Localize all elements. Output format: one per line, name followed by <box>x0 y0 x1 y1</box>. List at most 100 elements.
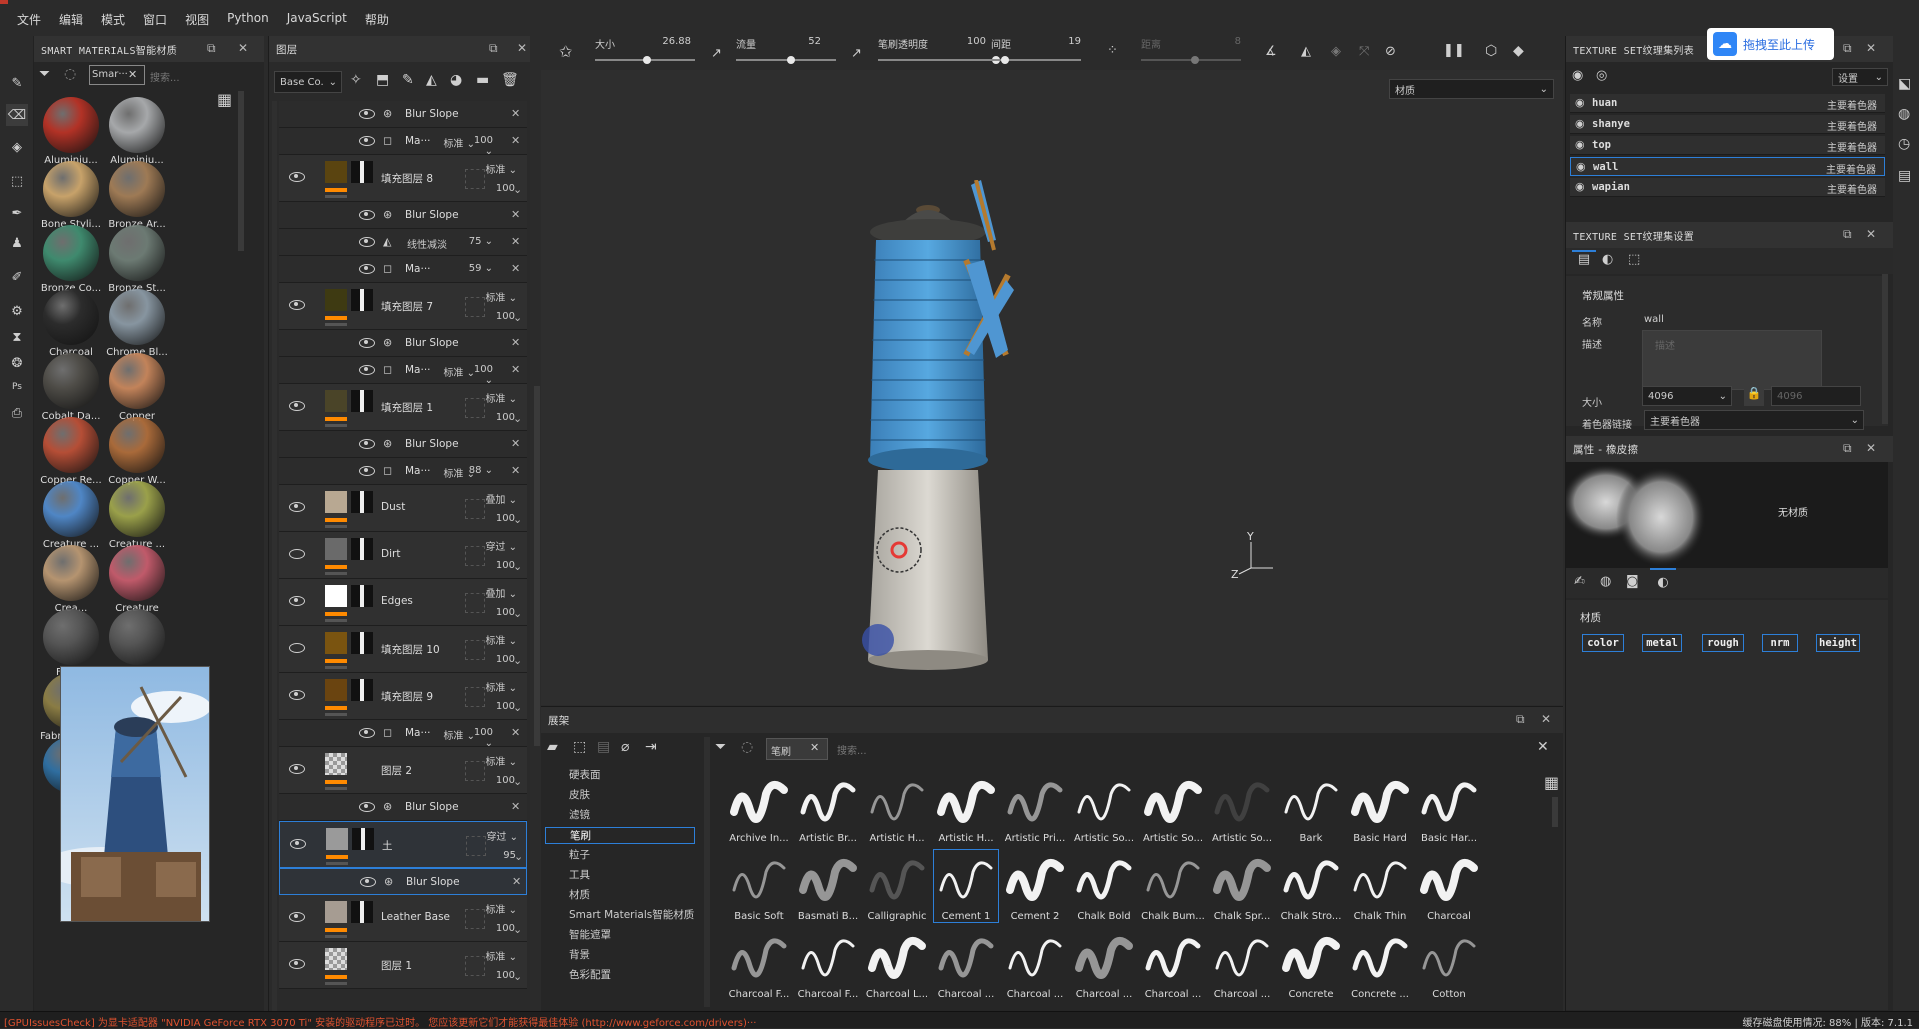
eye-icon[interactable]: ◉ <box>1576 160 1586 173</box>
material-item[interactable]: Creature <box>102 545 172 614</box>
tab-settings-icon[interactable]: ▤ <box>1572 250 1596 272</box>
channel-toggle[interactable]: color <box>1582 634 1624 652</box>
add-paint-layer-icon[interactable]: ✎ <box>402 72 414 88</box>
visibility-eye-icon[interactable] <box>359 728 375 738</box>
remove-effect-icon[interactable]: ✕ <box>511 363 520 376</box>
material-item[interactable]: Aluminiu... <box>102 97 172 166</box>
brush-item[interactable]: Chalk Stro... <box>1279 850 1343 922</box>
visibility-eye-icon[interactable] <box>359 365 375 375</box>
effect-row[interactable]: ⊛ Blur Slope ✕ <box>279 868 527 895</box>
visibility-eye-icon[interactable] <box>289 172 305 182</box>
remove-effect-icon[interactable]: ✕ <box>511 262 520 275</box>
shelf-category[interactable]: 笔刷 <box>545 827 695 844</box>
shelf-category[interactable]: 材质 <box>569 887 590 902</box>
disable-icon[interactable]: ⊘ <box>1385 44 1396 59</box>
layer-name[interactable]: Dirt <box>381 548 400 560</box>
texture-set-shader[interactable]: 主要着色器 <box>1827 118 1877 133</box>
brush-item[interactable]: Chalk Bum... <box>1141 850 1205 922</box>
opacity-field[interactable]: 100 <box>485 513 515 524</box>
channel-toggle[interactable]: height <box>1816 634 1860 652</box>
size-second-field[interactable]: 4096 <box>1771 386 1861 406</box>
material-item[interactable]: Bronze St... <box>102 225 172 294</box>
visibility-eye-icon[interactable] <box>289 401 305 411</box>
add-effect-icon[interactable]: ✧ <box>350 72 362 88</box>
opacity-field[interactable]: 88 ⌄ <box>463 465 493 476</box>
pen-pressure-icon[interactable]: ↗ <box>711 46 722 61</box>
remove-effect-icon[interactable]: ✕ <box>511 107 520 120</box>
blend-mode-dropdown[interactable]: 标准 ⌄ <box>469 161 517 176</box>
distance-knob[interactable] <box>1191 56 1199 64</box>
lock-icon[interactable]: 🔒 <box>1744 386 1764 406</box>
visibility-all-icon[interactable]: ◉ <box>1572 68 1583 83</box>
delete-layer-icon[interactable]: 🗑 <box>501 72 519 88</box>
brush-item[interactable]: Basic Hard <box>1348 772 1412 844</box>
layer-row[interactable]: 图层 2 标准 ⌄ 100 ⌄ <box>279 747 527 794</box>
layer-row[interactable]: Dirt 穿过 ⌄ 100 ⌄ <box>279 532 527 579</box>
remove-effect-icon[interactable]: ✕ <box>511 336 520 349</box>
visibility-eye-icon[interactable] <box>289 549 305 559</box>
texture-set-row[interactable]: ◉ top 主要着色器 <box>1570 136 1885 155</box>
opacity-field[interactable]: 100 <box>485 775 515 786</box>
shelf-category[interactable]: Smart Materials智能材质 <box>569 907 694 922</box>
photoshop-icon[interactable]: Ps <box>6 376 28 398</box>
brush-item[interactable]: Cement 2 <box>1003 850 1067 922</box>
export-icon[interactable]: ⎙ <box>6 402 28 424</box>
filter-icon[interactable]: ⏷ <box>715 739 726 755</box>
menu-item[interactable]: 编辑 <box>50 11 92 28</box>
brush-item[interactable]: Chalk Bold <box>1072 850 1136 922</box>
layer-name[interactable]: 填充图层 7 <box>381 299 433 314</box>
material-item[interactable]: Chrome Bl... <box>102 289 172 358</box>
viewport-material-select[interactable]: 材质 ⌄ <box>1389 79 1554 99</box>
channel-select[interactable]: Base Co. ⌄ <box>274 71 342 93</box>
effect-name[interactable]: Blur Slope <box>405 438 459 450</box>
float-panel-icon[interactable]: ⧉ <box>1843 227 1852 242</box>
layer-name[interactable]: 填充图层 10 <box>381 642 440 657</box>
brush-item[interactable]: Bark <box>1279 772 1343 844</box>
opacity-field[interactable]: 100 ⌄ <box>463 364 493 386</box>
material-item[interactable]: Copper W... <box>102 417 172 486</box>
spacing-knob[interactable] <box>1001 56 1009 64</box>
blend-mode-dropdown[interactable]: 标准 ⌄ <box>469 901 517 916</box>
clone-tool-icon[interactable]: ♟ <box>6 232 28 254</box>
visibility-eye-icon[interactable] <box>359 136 375 146</box>
smart-materials-search[interactable]: 搜索... <box>150 69 180 84</box>
close-icon[interactable]: ✕ <box>238 41 248 55</box>
name-value[interactable]: wall <box>1644 314 1664 325</box>
opacity-chevron-icon[interactable]: ⌄ <box>513 311 522 324</box>
grid-view-icon[interactable]: ▦ <box>217 90 232 109</box>
effect-name[interactable]: Blur Slope <box>405 801 459 813</box>
remove-effect-icon[interactable]: ✕ <box>511 235 520 248</box>
paint-brush-tool-icon[interactable]: ✎ <box>6 72 28 94</box>
texture-set-row[interactable]: ◉ shanye 主要着色器 <box>1570 115 1885 134</box>
effect-row[interactable]: ◻ Ma··· 标准 ⌄ 100 ⌄ ✕ <box>279 357 527 386</box>
alpha-tab-icon[interactable]: ◍ <box>1600 574 1611 589</box>
shelf-category[interactable]: 粒子 <box>569 847 590 862</box>
layer-stack-scrollbar[interactable] <box>534 386 540 746</box>
texture-set-row[interactable]: ◉ wapian 主要着色器 <box>1570 178 1885 197</box>
stencil-tab-icon[interactable]: ◙ <box>1626 574 1639 589</box>
shelf-category[interactable]: 背景 <box>569 947 590 962</box>
windmill-model[interactable] <box>856 180 1056 680</box>
opacity-chevron-icon[interactable]: ⌄ <box>513 970 522 983</box>
remove-effect-icon[interactable]: ✕ <box>511 208 520 221</box>
menu-item[interactable]: 帮助 <box>356 11 398 28</box>
opacity-chevron-icon[interactable]: ⌄ <box>513 654 522 667</box>
texture-set-row[interactable]: ◉ wall 主要着色器 <box>1570 157 1885 176</box>
brush-item[interactable]: Concrete ... <box>1348 928 1412 1000</box>
history-icon[interactable]: ◷ <box>1898 136 1910 152</box>
brush-item[interactable]: Cement 1 <box>933 849 999 923</box>
material-item[interactable]: Creature ... <box>102 481 172 550</box>
texture-set-row[interactable]: ◉ huan 主要着色器 <box>1570 94 1885 113</box>
size-slider-knob[interactable] <box>643 56 651 64</box>
visibility-eye-icon[interactable] <box>359 210 375 220</box>
transform-icon[interactable]: ⤧ <box>1359 44 1369 59</box>
symmetry-icon[interactable]: ✩ <box>559 42 572 61</box>
remove-effect-icon[interactable]: ✕ <box>511 134 520 147</box>
menu-item[interactable]: Python <box>218 11 278 28</box>
projection-tool-icon[interactable]: ◈ <box>6 136 28 158</box>
symmetry-mirror-icon[interactable]: ◭ <box>1301 44 1311 59</box>
texture-set-shader[interactable]: 主要着色器 <box>1826 161 1876 176</box>
blend-mode-dropdown[interactable]: 标准 ⌄ <box>469 289 517 304</box>
material-item[interactable]: Creature ... <box>36 481 106 550</box>
shelf-category[interactable]: 色彩配置 <box>569 967 611 982</box>
